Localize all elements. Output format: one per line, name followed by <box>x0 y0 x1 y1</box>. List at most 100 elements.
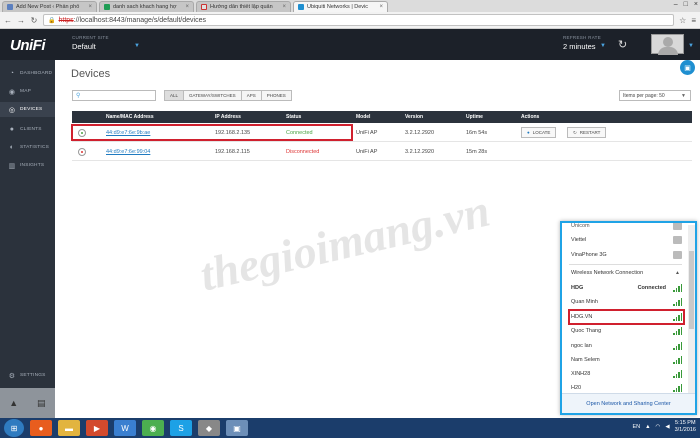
column-header-name[interactable]: Name/MAC Address <box>106 114 154 120</box>
taskbar: ⊞ ● ▬ ▶ W ◉ S ◆ ▣ EN ▲ ◠ ◀ 5:15 PM 3/1/2… <box>0 418 700 438</box>
network-item[interactable]: H20 <box>565 381 686 393</box>
page-title: Devices <box>71 68 111 80</box>
filter-all-button[interactable]: ALL <box>164 90 185 101</box>
chat-icon[interactable]: ▤ <box>28 388 56 418</box>
sidebar-item-map[interactable]: ◉ MAP <box>0 84 55 99</box>
chevron-down-icon[interactable]: ▼ <box>600 43 606 49</box>
network-item[interactable]: Viettel <box>565 233 686 247</box>
sidebar-footer: ▲ ▤ <box>0 388 55 418</box>
back-icon[interactable]: ← <box>4 16 12 25</box>
url-scheme: https <box>58 16 74 24</box>
browser-tab[interactable]: danh sach khach hang hợ × <box>99 1 194 12</box>
network-item[interactable]: VinaPhone 3G <box>565 248 686 262</box>
sidebar-item-dashboard[interactable]: ◔ DASHBOARD <box>0 66 55 81</box>
site-selector[interactable]: CURRENT SITE Default <box>72 35 109 51</box>
sidebar-item-insights[interactable]: ▥ INSIGHTS <box>0 158 55 173</box>
network-tool-icon[interactable]: ▣ <box>226 420 248 436</box>
sidebar-item-label: MAP <box>20 89 31 94</box>
sidebar-item-settings[interactable]: ⚙ SETTINGS <box>0 368 55 383</box>
clock[interactable]: 5:15 PM 3/1/2016 <box>675 420 696 434</box>
system-tray: EN ▲ ◠ ◀ 5:15 PM 3/1/2016 <box>632 420 696 434</box>
filter-gateway-switches-button[interactable]: GATEWAY/SWITCHES <box>183 90 242 101</box>
sidebar-item-clients[interactable]: ● CLIENTS <box>0 122 55 137</box>
app-header: UniFi CURRENT SITE Default ▼ REFRESH RAT… <box>0 29 700 60</box>
items-per-page-select[interactable]: Items per page: 50 ▼ <box>619 90 691 101</box>
wireless-section-header[interactable]: Wireless Network Connection ▲ <box>565 266 686 280</box>
tab-close-icon[interactable]: × <box>379 4 383 10</box>
sidebar-item-statistics[interactable]: ◐ STATISTICS <box>0 140 55 155</box>
locate-button[interactable]: ● LOCATE <box>521 127 557 138</box>
filter-phones-button[interactable]: PHONES <box>260 90 292 101</box>
restart-button[interactable]: ↻ RESTART <box>567 127 607 138</box>
sidebar-item-devices[interactable]: ◎ DEVICES <box>0 102 55 117</box>
map-icon: ◉ <box>8 88 16 96</box>
firefox-icon[interactable]: ● <box>30 420 52 436</box>
alert-icon[interactable]: ▲ <box>0 388 28 418</box>
device-model: UniFi AP <box>356 149 378 155</box>
browser-tab[interactable]: Add New Post ‹ Phần phố × <box>2 1 97 12</box>
search-input[interactable] <box>82 92 153 99</box>
tab-label: danh sach khach hang hợ <box>113 4 177 10</box>
browser-menu-icon[interactable]: ≡ <box>691 16 696 25</box>
sidebar-item-label: DEVICES <box>20 107 43 112</box>
browser-tab-active[interactable]: Ubiquiti Networks | Devic × <box>293 1 388 12</box>
media-player-icon[interactable]: ▶ <box>86 420 108 436</box>
column-header-uptime[interactable]: Uptime <box>466 114 483 120</box>
bookmark-star-icon[interactable]: ☆ <box>679 16 686 25</box>
network-item-partial[interactable]: Unicom <box>565 223 686 233</box>
network-name: VinaPhone 3G <box>571 252 607 258</box>
wifi-tray-icon[interactable]: ◠ <box>656 424 661 430</box>
tab-close-icon[interactable]: × <box>282 4 286 10</box>
tab-close-icon[interactable]: × <box>88 4 92 10</box>
column-header-status[interactable]: Status <box>286 114 301 120</box>
file-explorer-icon[interactable]: ▬ <box>58 420 80 436</box>
search-box[interactable]: ⚲ <box>72 90 156 101</box>
network-item[interactable]: Nam Selem <box>565 353 686 367</box>
chevron-down-icon[interactable]: ▼ <box>134 43 140 49</box>
chevron-down-icon[interactable]: ▼ <box>688 43 694 49</box>
wifi-signal-icon <box>673 298 682 306</box>
language-indicator[interactable]: EN <box>632 424 640 430</box>
highlight-box <box>568 309 685 325</box>
properties-panel-icon[interactable]: ▣ <box>680 60 695 75</box>
device-status: Disconnected <box>286 149 320 155</box>
url-field[interactable]: 🔒 https ://localhost:8443/manage/s/defau… <box>43 14 675 26</box>
network-item[interactable]: XINH28 <box>565 367 686 381</box>
open-network-center-link[interactable]: Open Network and Sharing Center <box>562 393 695 413</box>
scrollbar-thumb[interactable] <box>689 251 694 329</box>
network-item[interactable]: Quoc Thang <box>565 324 686 338</box>
network-item-connected[interactable]: HDG Connected <box>565 281 686 295</box>
table-row[interactable]: 44:d9:e7:6e:99:04 192.168.2.115 Disconne… <box>72 143 692 161</box>
device-status-dot-icon <box>78 148 86 156</box>
tab-favicon-icon <box>201 4 207 10</box>
flyout-scrollbar[interactable] <box>688 225 695 393</box>
app-icon[interactable]: ◆ <box>198 420 220 436</box>
tray-arrow-icon[interactable]: ▲ <box>645 424 650 430</box>
filter-aps-button[interactable]: APS <box>240 90 262 101</box>
reload-icon[interactable]: ↻ <box>30 16 38 25</box>
clients-icon: ● <box>9 126 15 133</box>
tab-close-icon[interactable]: × <box>185 4 189 10</box>
refresh-icon[interactable]: ↻ <box>618 38 627 51</box>
forward-icon[interactable]: → <box>17 16 25 25</box>
column-header-version[interactable]: Version <box>405 114 423 120</box>
chrome-icon[interactable]: ◉ <box>142 420 164 436</box>
device-mac-link[interactable]: 44:d9:e7:6e:99:04 <box>106 149 150 155</box>
avatar[interactable] <box>651 34 684 55</box>
column-header-model[interactable]: Model <box>356 114 370 120</box>
start-button-icon[interactable]: ⊞ <box>4 419 24 437</box>
window-controls: – □ × <box>674 1 698 8</box>
maximize-icon[interactable]: □ <box>684 1 688 8</box>
network-name: XINH28 <box>571 371 591 377</box>
word-icon[interactable]: W <box>114 420 136 436</box>
close-icon[interactable]: × <box>694 1 698 8</box>
network-name: Quoc Thang <box>571 328 602 334</box>
network-item[interactable]: Quan Minh <box>565 295 686 309</box>
skype-icon[interactable]: S <box>170 420 192 436</box>
refresh-rate-selector[interactable]: REFRESH RATE 2 minutes <box>563 35 601 51</box>
network-item[interactable]: ngoc lan <box>565 339 686 353</box>
minimize-icon[interactable]: – <box>674 1 678 8</box>
column-header-ip[interactable]: IP Address <box>215 114 241 120</box>
volume-icon[interactable]: ◀ <box>665 424 669 430</box>
browser-tab[interactable]: Hướng dẫn thiết lập quản × <box>196 1 291 12</box>
